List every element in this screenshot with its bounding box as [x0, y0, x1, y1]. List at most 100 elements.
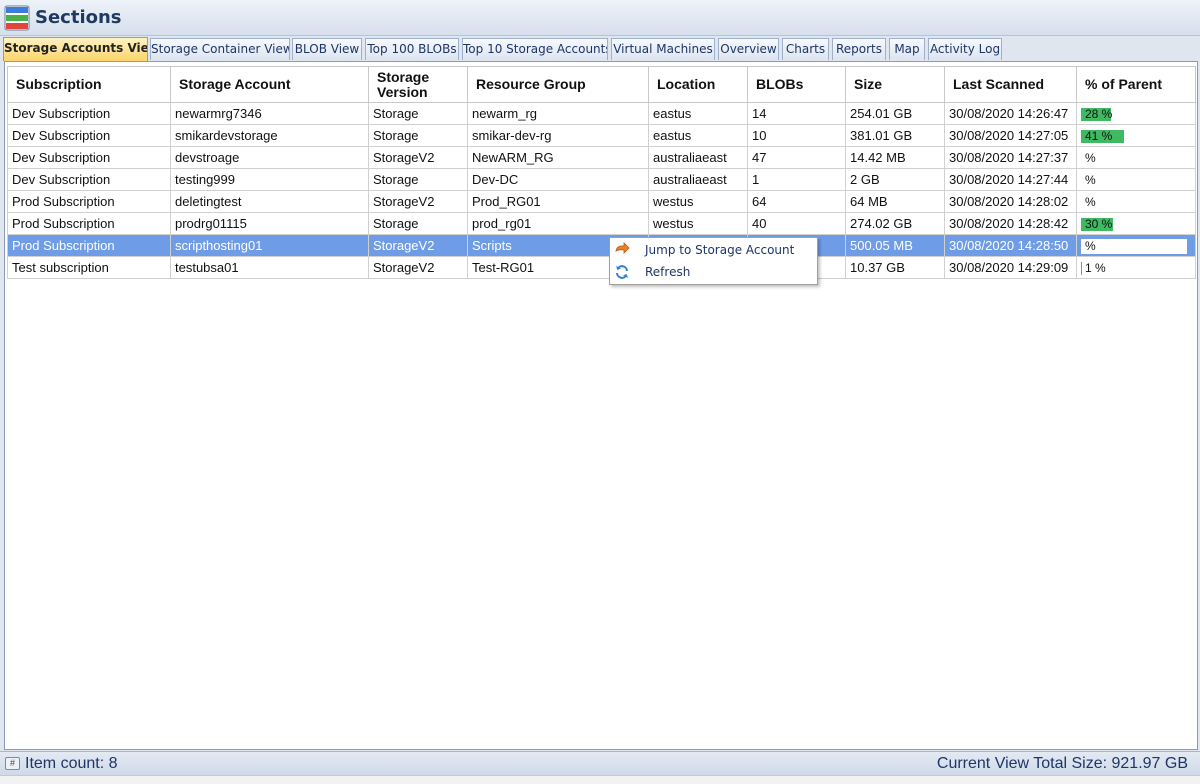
- tab-top-100-blobs[interactable]: Top 100 BLOBs: [365, 38, 459, 60]
- last-scanned-cell: 30/08/2020 14:28:42: [944, 212, 1077, 235]
- menu-item-refresh[interactable]: Refresh: [610, 261, 817, 283]
- subscription-cell: Test subscription: [7, 256, 171, 279]
- size-cell: 2 GB: [845, 168, 945, 191]
- column-header-percent-of-parent[interactable]: % of Parent: [1076, 66, 1196, 103]
- blobs-cell: 64: [747, 190, 846, 213]
- context-menu: Jump to Storage Account Refresh: [609, 237, 818, 285]
- percent-of-parent-cell: 28 %: [1076, 102, 1196, 125]
- item-count-icon: #: [5, 757, 20, 770]
- blobs-cell: 10: [747, 124, 846, 147]
- resource-group-cell: smikar-dev-rg: [467, 124, 649, 147]
- storage-version-cell: StorageV2: [368, 234, 468, 257]
- resource-group-cell: prod_rg01: [467, 212, 649, 235]
- percent-bar-label: %: [1085, 172, 1096, 187]
- table-row[interactable]: Dev Subscription newarmrg7346 Storage newar…: [7, 102, 1196, 125]
- tab-storage-accounts-view[interactable]: Storage Accounts View: [3, 37, 148, 61]
- column-header-location[interactable]: Location: [648, 66, 748, 103]
- percent-bar: 41 %: [1081, 129, 1187, 144]
- storage-version-cell: StorageV2: [368, 190, 468, 213]
- tab-storage-container-view[interactable]: Storage Container View: [150, 38, 290, 60]
- subscription-cell: Prod Subscription: [7, 212, 171, 235]
- storage-account-cell: smikardevstorage: [170, 124, 369, 147]
- tab-charts[interactable]: Charts: [782, 38, 829, 60]
- tab-top-10-storage-accounts[interactable]: Top 10 Storage Accounts: [462, 38, 608, 60]
- percent-bar-fill: [1081, 261, 1082, 275]
- title-bar: Sections: [0, 0, 1200, 36]
- subscription-cell: Dev Subscription: [7, 102, 171, 125]
- percent-bar-label: %: [1085, 238, 1096, 253]
- view-tabs: Storage Accounts View Storage Container …: [0, 37, 1200, 61]
- percent-bar-label: %: [1085, 194, 1096, 209]
- percent-bar: 28 %: [1081, 107, 1187, 122]
- column-header-subscription[interactable]: Subscription: [7, 66, 171, 103]
- last-scanned-cell: 30/08/2020 14:28:02: [944, 190, 1077, 213]
- subscription-cell: Prod Subscription: [7, 234, 171, 257]
- storage-account-cell: testubsa01: [170, 256, 369, 279]
- tab-activity-log[interactable]: Activity Log: [928, 38, 1002, 60]
- blobs-cell: 14: [747, 102, 846, 125]
- menu-item-jump-to-storage-account[interactable]: Jump to Storage Account: [610, 239, 817, 261]
- percent-of-parent-cell: %: [1076, 190, 1196, 213]
- percent-bar: %: [1081, 151, 1187, 166]
- size-cell: 64 MB: [845, 190, 945, 213]
- blobs-cell: 47: [747, 146, 846, 169]
- table-row[interactable]: Prod Subscription prodrg01115 Storage prod_…: [7, 212, 1196, 235]
- location-cell: australiaeast: [648, 146, 748, 169]
- menu-item-label: Refresh: [645, 265, 691, 279]
- resource-group-cell: newarm_rg: [467, 102, 649, 125]
- subscription-cell: Prod Subscription: [7, 190, 171, 213]
- last-scanned-cell: 30/08/2020 14:28:50: [944, 234, 1077, 257]
- percent-bar: %: [1081, 173, 1187, 188]
- tab-reports[interactable]: Reports: [832, 38, 886, 60]
- refresh-icon: [616, 265, 628, 279]
- tab-overview[interactable]: Overview: [718, 38, 779, 60]
- column-header-size[interactable]: Size: [845, 66, 945, 103]
- table-row[interactable]: Dev Subscription devstroage StorageV2 NewAR…: [7, 146, 1196, 169]
- percent-of-parent-cell: %: [1076, 168, 1196, 191]
- column-header-last-scanned[interactable]: Last Scanned: [944, 66, 1077, 103]
- table-row[interactable]: Prod Subscription scripthosting01 StorageV…: [7, 234, 1196, 257]
- percent-of-parent-cell: %: [1076, 146, 1196, 169]
- size-cell: 254.01 GB: [845, 102, 945, 125]
- resource-group-cell: Dev-DC: [467, 168, 649, 191]
- storage-version-cell: Storage: [368, 102, 468, 125]
- size-cell: 500.05 MB: [845, 234, 945, 257]
- column-header-storage-version[interactable]: Storage Version: [368, 66, 468, 103]
- total-size: Current View Total Size: 921.97 GB: [936, 755, 1188, 772]
- location-cell: westus: [648, 212, 748, 235]
- subscription-cell: Dev Subscription: [7, 124, 171, 147]
- storage-version-cell: Storage: [368, 124, 468, 147]
- table-row[interactable]: Dev Subscription testing999 Storage Dev-DC a…: [7, 168, 1196, 191]
- table-row[interactable]: Test subscription testubsa01 StorageV2 Test…: [7, 256, 1196, 279]
- tab-blob-view[interactable]: BLOB View: [292, 38, 362, 60]
- table-row[interactable]: Dev Subscription smikardevstorage Storage s…: [7, 124, 1196, 147]
- table-row[interactable]: Prod Subscription deletingtest StorageV2 Pr…: [7, 190, 1196, 213]
- subscription-cell: Dev Subscription: [7, 168, 171, 191]
- percent-bar: 30 %: [1081, 217, 1187, 232]
- location-cell: eastus: [648, 124, 748, 147]
- column-header-resource-group[interactable]: Resource Group: [467, 66, 649, 103]
- column-header-blobs[interactable]: BLOBs: [747, 66, 846, 103]
- percent-of-parent-cell: 41 %: [1076, 124, 1196, 147]
- jump-arrow-icon: [615, 242, 630, 254]
- sections-icon: [4, 5, 30, 31]
- storage-account-cell: deletingtest: [170, 190, 369, 213]
- tab-map[interactable]: Map: [889, 38, 925, 60]
- menu-item-label: Jump to Storage Account: [645, 243, 795, 257]
- location-cell: australiaeast: [648, 168, 748, 191]
- last-scanned-cell: 30/08/2020 14:29:09: [944, 256, 1077, 279]
- storage-account-cell: prodrg01115: [170, 212, 369, 235]
- percent-bar-label: 30 %: [1085, 216, 1113, 231]
- grid-header-row: Subscription Storage Account Storage Ver…: [7, 66, 1196, 103]
- tab-virtual-machines[interactable]: Virtual Machines: [611, 38, 715, 60]
- size-cell: 10.37 GB: [845, 256, 945, 279]
- storage-account-cell: devstroage: [170, 146, 369, 169]
- percent-bar: 1 %: [1081, 261, 1187, 276]
- column-header-storage-account[interactable]: Storage Account: [170, 66, 369, 103]
- storage-accounts-grid: Subscription Storage Account Storage Ver…: [7, 66, 1196, 279]
- storage-account-cell: testing999: [170, 168, 369, 191]
- size-cell: 274.02 GB: [845, 212, 945, 235]
- percent-bar-label: 41 %: [1085, 128, 1113, 143]
- status-bar: # Item count: 8 Current View Total Size:…: [0, 751, 1200, 775]
- storage-version-cell: StorageV2: [368, 146, 468, 169]
